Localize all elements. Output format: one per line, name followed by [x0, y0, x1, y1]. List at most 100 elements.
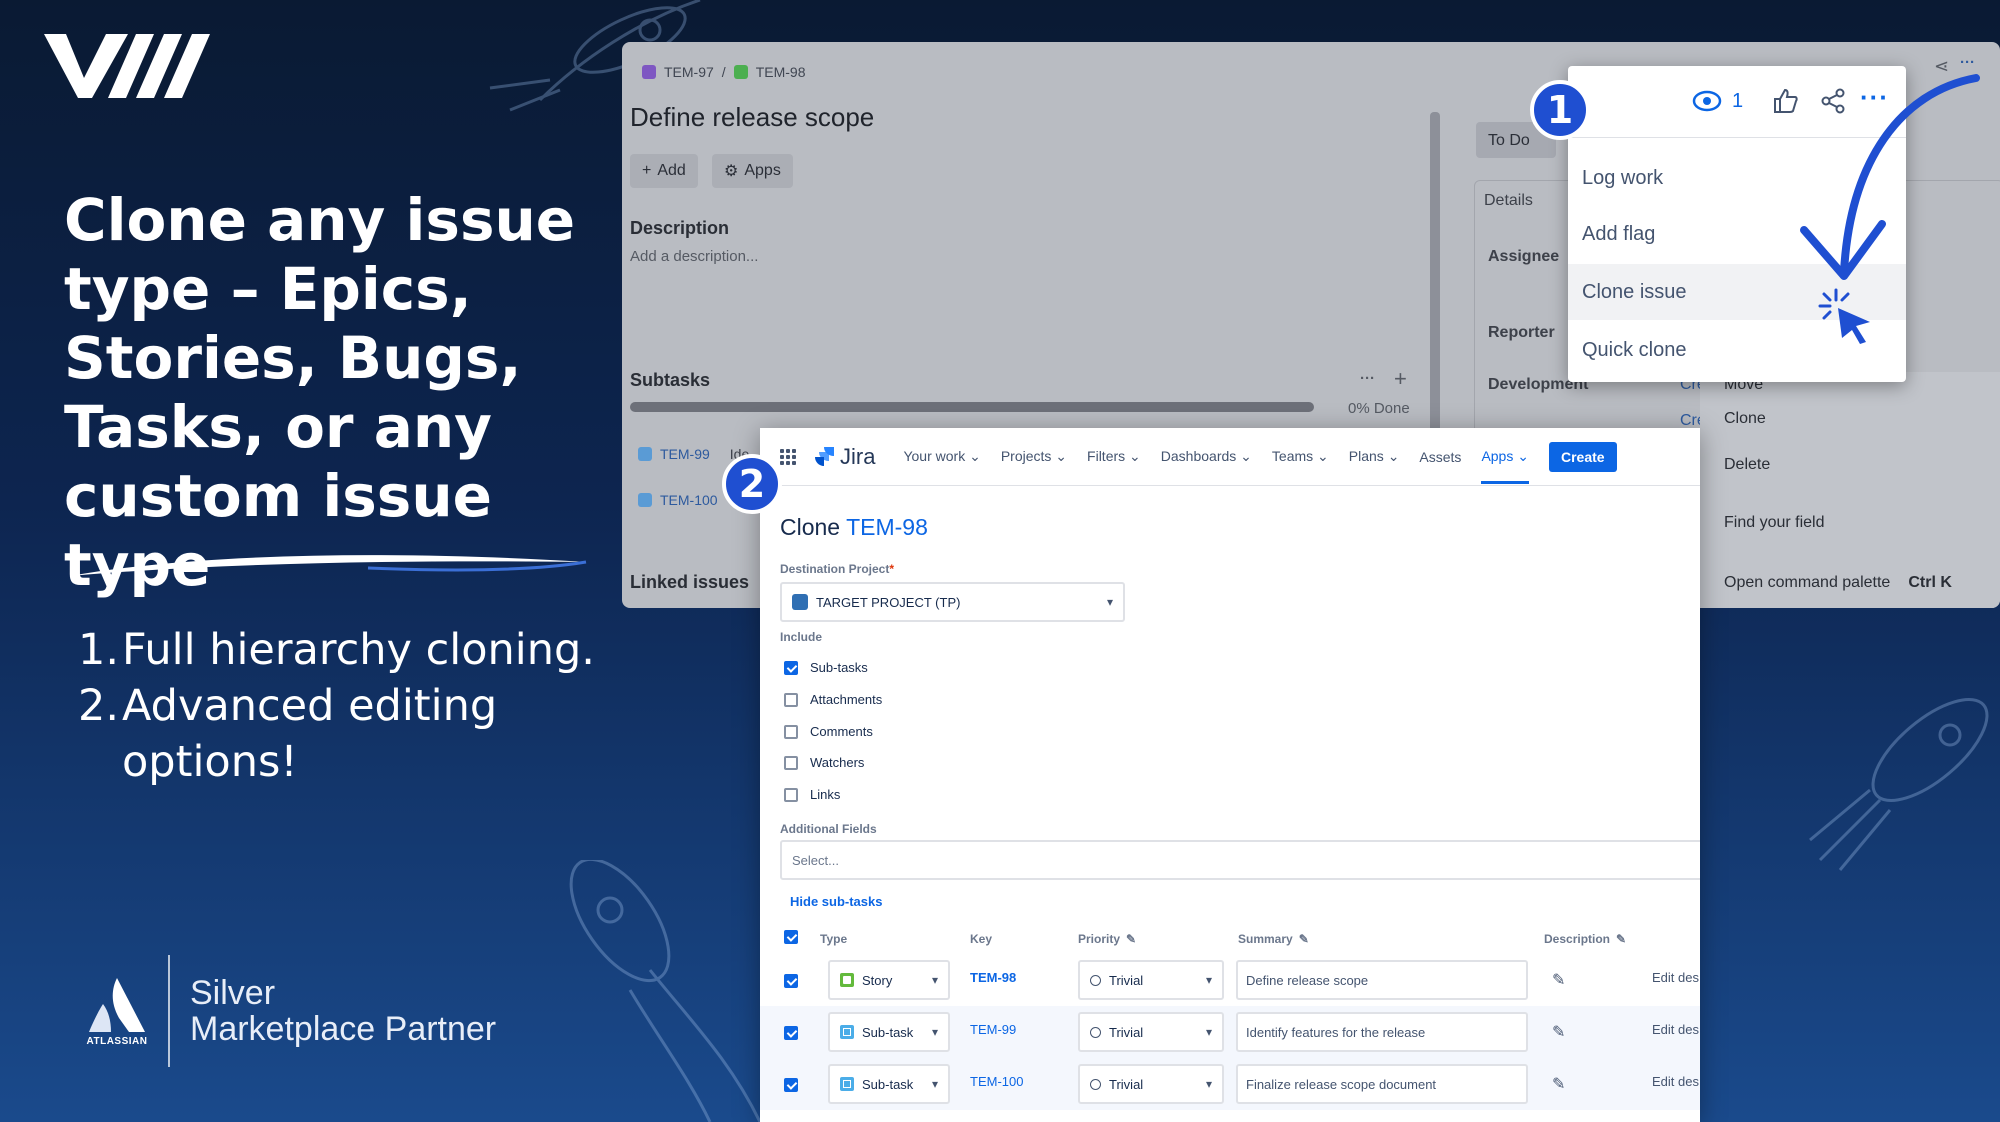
edit-description-button[interactable]: Edit des — [1652, 970, 1699, 985]
include-attachments-label: Attachments — [810, 692, 883, 707]
include-subtasks[interactable]: Sub-tasks — [784, 660, 868, 675]
reporter-label: Reporter — [1488, 324, 1555, 341]
chevron-down-icon: ⌄ — [1387, 448, 1400, 464]
checkbox[interactable] — [784, 787, 798, 802]
nav-filters[interactable]: Filters ⌄ — [1087, 448, 1141, 465]
project-icon — [792, 594, 808, 610]
title-issue-key[interactable]: TEM-98 — [846, 514, 928, 540]
menu-item-command-palette[interactable]: Open command palette Ctrl K — [1724, 574, 1952, 592]
app-switcher-icon[interactable] — [780, 448, 796, 465]
type-select[interactable]: Sub-task ▾ — [828, 1064, 950, 1104]
chevron-down-icon: ⌄ — [1055, 448, 1068, 464]
include-links[interactable]: Links — [784, 787, 840, 802]
nav-teams-label: Teams — [1271, 448, 1314, 464]
menu-item-delete[interactable]: Delete — [1724, 456, 1770, 474]
nav-assets[interactable]: Assets — [1419, 449, 1461, 465]
chevron-down-icon: ⌄ — [1240, 448, 1252, 464]
select-all-checkbox[interactable] — [784, 930, 798, 944]
breadcrumb-parent[interactable]: TEM-97 — [664, 64, 714, 80]
nav-teams[interactable]: Teams ⌄ — [1272, 448, 1329, 465]
row-key[interactable]: TEM-98 — [970, 970, 1016, 985]
row-key[interactable]: TEM-100 — [970, 1074, 1023, 1089]
feature-number: 2. — [78, 681, 120, 731]
apps-button[interactable]: ⚙ Apps — [712, 154, 793, 188]
vii-logo — [44, 34, 210, 98]
priority-select[interactable]: Trivial ▾ — [1078, 960, 1224, 1000]
menu-item-find-field[interactable]: Find your field — [1724, 514, 1825, 532]
priority-icon — [1090, 974, 1101, 986]
include-links-label: Links — [810, 787, 841, 802]
apps-icon: ⚙ — [724, 163, 739, 180]
additional-fields-select[interactable]: Select... — [780, 840, 1700, 880]
nav-dashboards[interactable]: Dashboards ⌄ — [1161, 448, 1252, 465]
pencil-icon[interactable]: ✎ — [1552, 970, 1565, 990]
more-icon[interactable]: ··· — [1360, 370, 1375, 387]
feature-item: 1. Full hierarchy cloning. — [78, 622, 638, 678]
more-icon-bg[interactable]: ··· — [1960, 54, 1975, 71]
nav-your-work[interactable]: Your work ⌄ — [903, 448, 980, 465]
edit-description-button[interactable]: Edit des — [1652, 1074, 1699, 1089]
checkbox[interactable] — [784, 724, 798, 739]
subtask-icon — [638, 493, 652, 507]
checkbox-checked[interactable] — [784, 660, 798, 675]
priority-select[interactable]: Trivial ▾ — [1078, 1012, 1224, 1052]
row-checkbox[interactable] — [784, 1078, 798, 1092]
column-header-type: Type — [820, 932, 847, 946]
summary-input[interactable]: Define release scope — [1236, 960, 1528, 1000]
subtask-row[interactable]: TEM-100 — [638, 492, 718, 508]
nav-projects[interactable]: Projects ⌄ — [1001, 448, 1067, 465]
row-key[interactable]: TEM-99 — [970, 1022, 1016, 1037]
row-checkbox[interactable] — [784, 974, 798, 988]
description-label: Description — [630, 218, 730, 238]
checkbox[interactable] — [784, 755, 798, 770]
step-badge-1: 1 — [1530, 80, 1590, 140]
pencil-icon[interactable]: ✎ — [1126, 932, 1136, 946]
pencil-icon[interactable]: ✎ — [1299, 932, 1309, 946]
description-placeholder[interactable]: Add a description... — [630, 248, 758, 265]
table-row: Story ▾ TEM-98 Trivial ▾ Define release sc… — [760, 954, 1700, 1006]
feature-item: 2. Advanced editing options! — [78, 678, 638, 790]
page-title: Clone TEM-98 — [780, 514, 928, 541]
menu-item-clone[interactable]: Clone — [1724, 410, 1766, 428]
edit-description-button[interactable]: Edit des — [1652, 1022, 1699, 1037]
checkbox[interactable] — [784, 692, 798, 707]
add-subtask-icon[interactable]: + — [1394, 366, 1407, 392]
breadcrumb-current[interactable]: TEM-98 — [756, 64, 806, 80]
pencil-icon[interactable]: ✎ — [1552, 1074, 1565, 1094]
add-button[interactable]: + Add — [630, 154, 698, 188]
summary-input[interactable]: Finalize release scope document — [1236, 1064, 1528, 1104]
type-select[interactable]: Story ▾ — [828, 960, 950, 1000]
include-attachments[interactable]: Attachments — [784, 692, 882, 707]
subtask-icon — [840, 1025, 854, 1039]
hide-subtasks-link[interactable]: Hide sub-tasks — [790, 894, 882, 909]
pencil-icon[interactable]: ✎ — [1616, 932, 1626, 946]
headline-line: Tasks, or any — [64, 393, 492, 461]
create-button[interactable]: Create — [1548, 441, 1617, 472]
column-priority-label: Priority — [1078, 932, 1121, 946]
swoosh-underline — [70, 555, 587, 576]
column-header-priority: Priority ✎ — [1078, 932, 1136, 946]
feature-text: Full hierarchy cloning. — [122, 625, 595, 675]
chevron-down-icon: ⌄ — [1129, 448, 1141, 464]
watch-eye-icon[interactable] — [1692, 90, 1722, 112]
headline-line: type – Epics, — [64, 255, 472, 323]
column-header-summary: Summary ✎ — [1238, 932, 1309, 946]
destination-project-select[interactable]: TARGET PROJECT (TP) ▾ — [780, 582, 1125, 622]
priority-value: Trivial — [1109, 1076, 1144, 1092]
priority-select[interactable]: Trivial ▾ — [1078, 1064, 1224, 1104]
type-select[interactable]: Sub-task ▾ — [828, 1012, 950, 1052]
summary-input[interactable]: Identify features for the release — [1236, 1012, 1528, 1052]
type-value: Sub-task — [862, 1024, 914, 1040]
pencil-icon[interactable]: ✎ — [1552, 1022, 1565, 1042]
include-comments[interactable]: Comments — [784, 724, 873, 739]
jira-logo[interactable]: Jira — [814, 444, 875, 470]
nav-apps[interactable]: Apps ⌄ — [1481, 429, 1529, 484]
rocket-decoration-bottom — [569, 860, 762, 1122]
nav-plans[interactable]: Plans ⌄ — [1349, 448, 1400, 465]
partner-badge: ATLASSIAN Silver Marketplace Partner — [74, 952, 544, 1070]
include-watchers[interactable]: Watchers — [784, 755, 864, 770]
progress-text: 0% Done — [1348, 400, 1410, 417]
atlassian-icon — [89, 977, 145, 1032]
row-checkbox[interactable] — [784, 1026, 798, 1040]
chevron-down-icon: ▾ — [931, 1077, 938, 1091]
